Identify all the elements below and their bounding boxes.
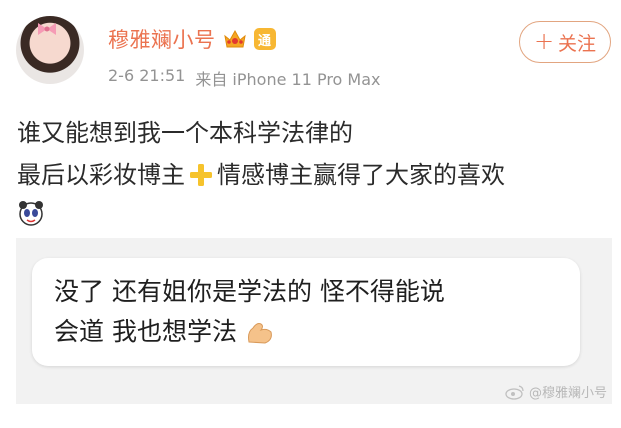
post-meta: 2-6 21:51 来自 iPhone 11 Pro Max: [108, 66, 381, 90]
post-date: 2-6 21:51: [108, 66, 186, 85]
post-body: 谁又能想到我一个本科学法律的 最后以彩妆博主 情感博主赢得了大家的喜欢: [17, 112, 607, 196]
watermark-text: @穆雅斓小号: [528, 386, 607, 401]
post-text-line-2b: 情感博主赢得了大家的喜欢: [217, 161, 505, 189]
follow-label: 关注: [558, 32, 597, 55]
chat-bubble-text: 没了 还有姐你是学法的 怪不得能说 会道 我也想学法: [54, 272, 574, 352]
bubble-line-1: 没了 还有姐你是学法的 怪不得能说: [54, 272, 574, 312]
crown-icon: [223, 29, 246, 48]
bubble-text-line-1: 没了 还有姐你是学法的 怪不得能说: [54, 277, 445, 306]
bubble-line-2: 会道 我也想学法: [54, 312, 574, 352]
user-info-row: 穆雅斓小号 通: [108, 24, 276, 54]
yellow-cross-icon: [190, 164, 212, 186]
post-text-line-1: 谁又能想到我一个本科学法律的: [17, 119, 353, 147]
post-line-2: 最后以彩妆博主 情感博主赢得了大家的喜欢: [17, 154, 607, 196]
username[interactable]: 穆雅斓小号: [108, 24, 216, 54]
bow-icon: [38, 23, 56, 35]
weibo-logo-icon: [505, 384, 524, 400]
vip-badge: 通: [253, 28, 276, 50]
post-text-line-2a: 最后以彩妆博主: [17, 161, 185, 189]
post-line-1: 谁又能想到我一个本科学法律的: [17, 112, 607, 154]
post-source: 来自 iPhone 11 Pro Max: [195, 70, 381, 89]
bubble-text-line-2: 会道 我也想学法: [54, 317, 237, 346]
watermark: @穆雅斓小号: [505, 382, 607, 401]
follow-button[interactable]: + 关注: [519, 21, 611, 63]
plus-icon: +: [533, 27, 555, 55]
panda-emoji-icon: [19, 201, 43, 226]
avatar[interactable]: [16, 16, 84, 84]
flexed-biceps-icon: [247, 323, 272, 344]
